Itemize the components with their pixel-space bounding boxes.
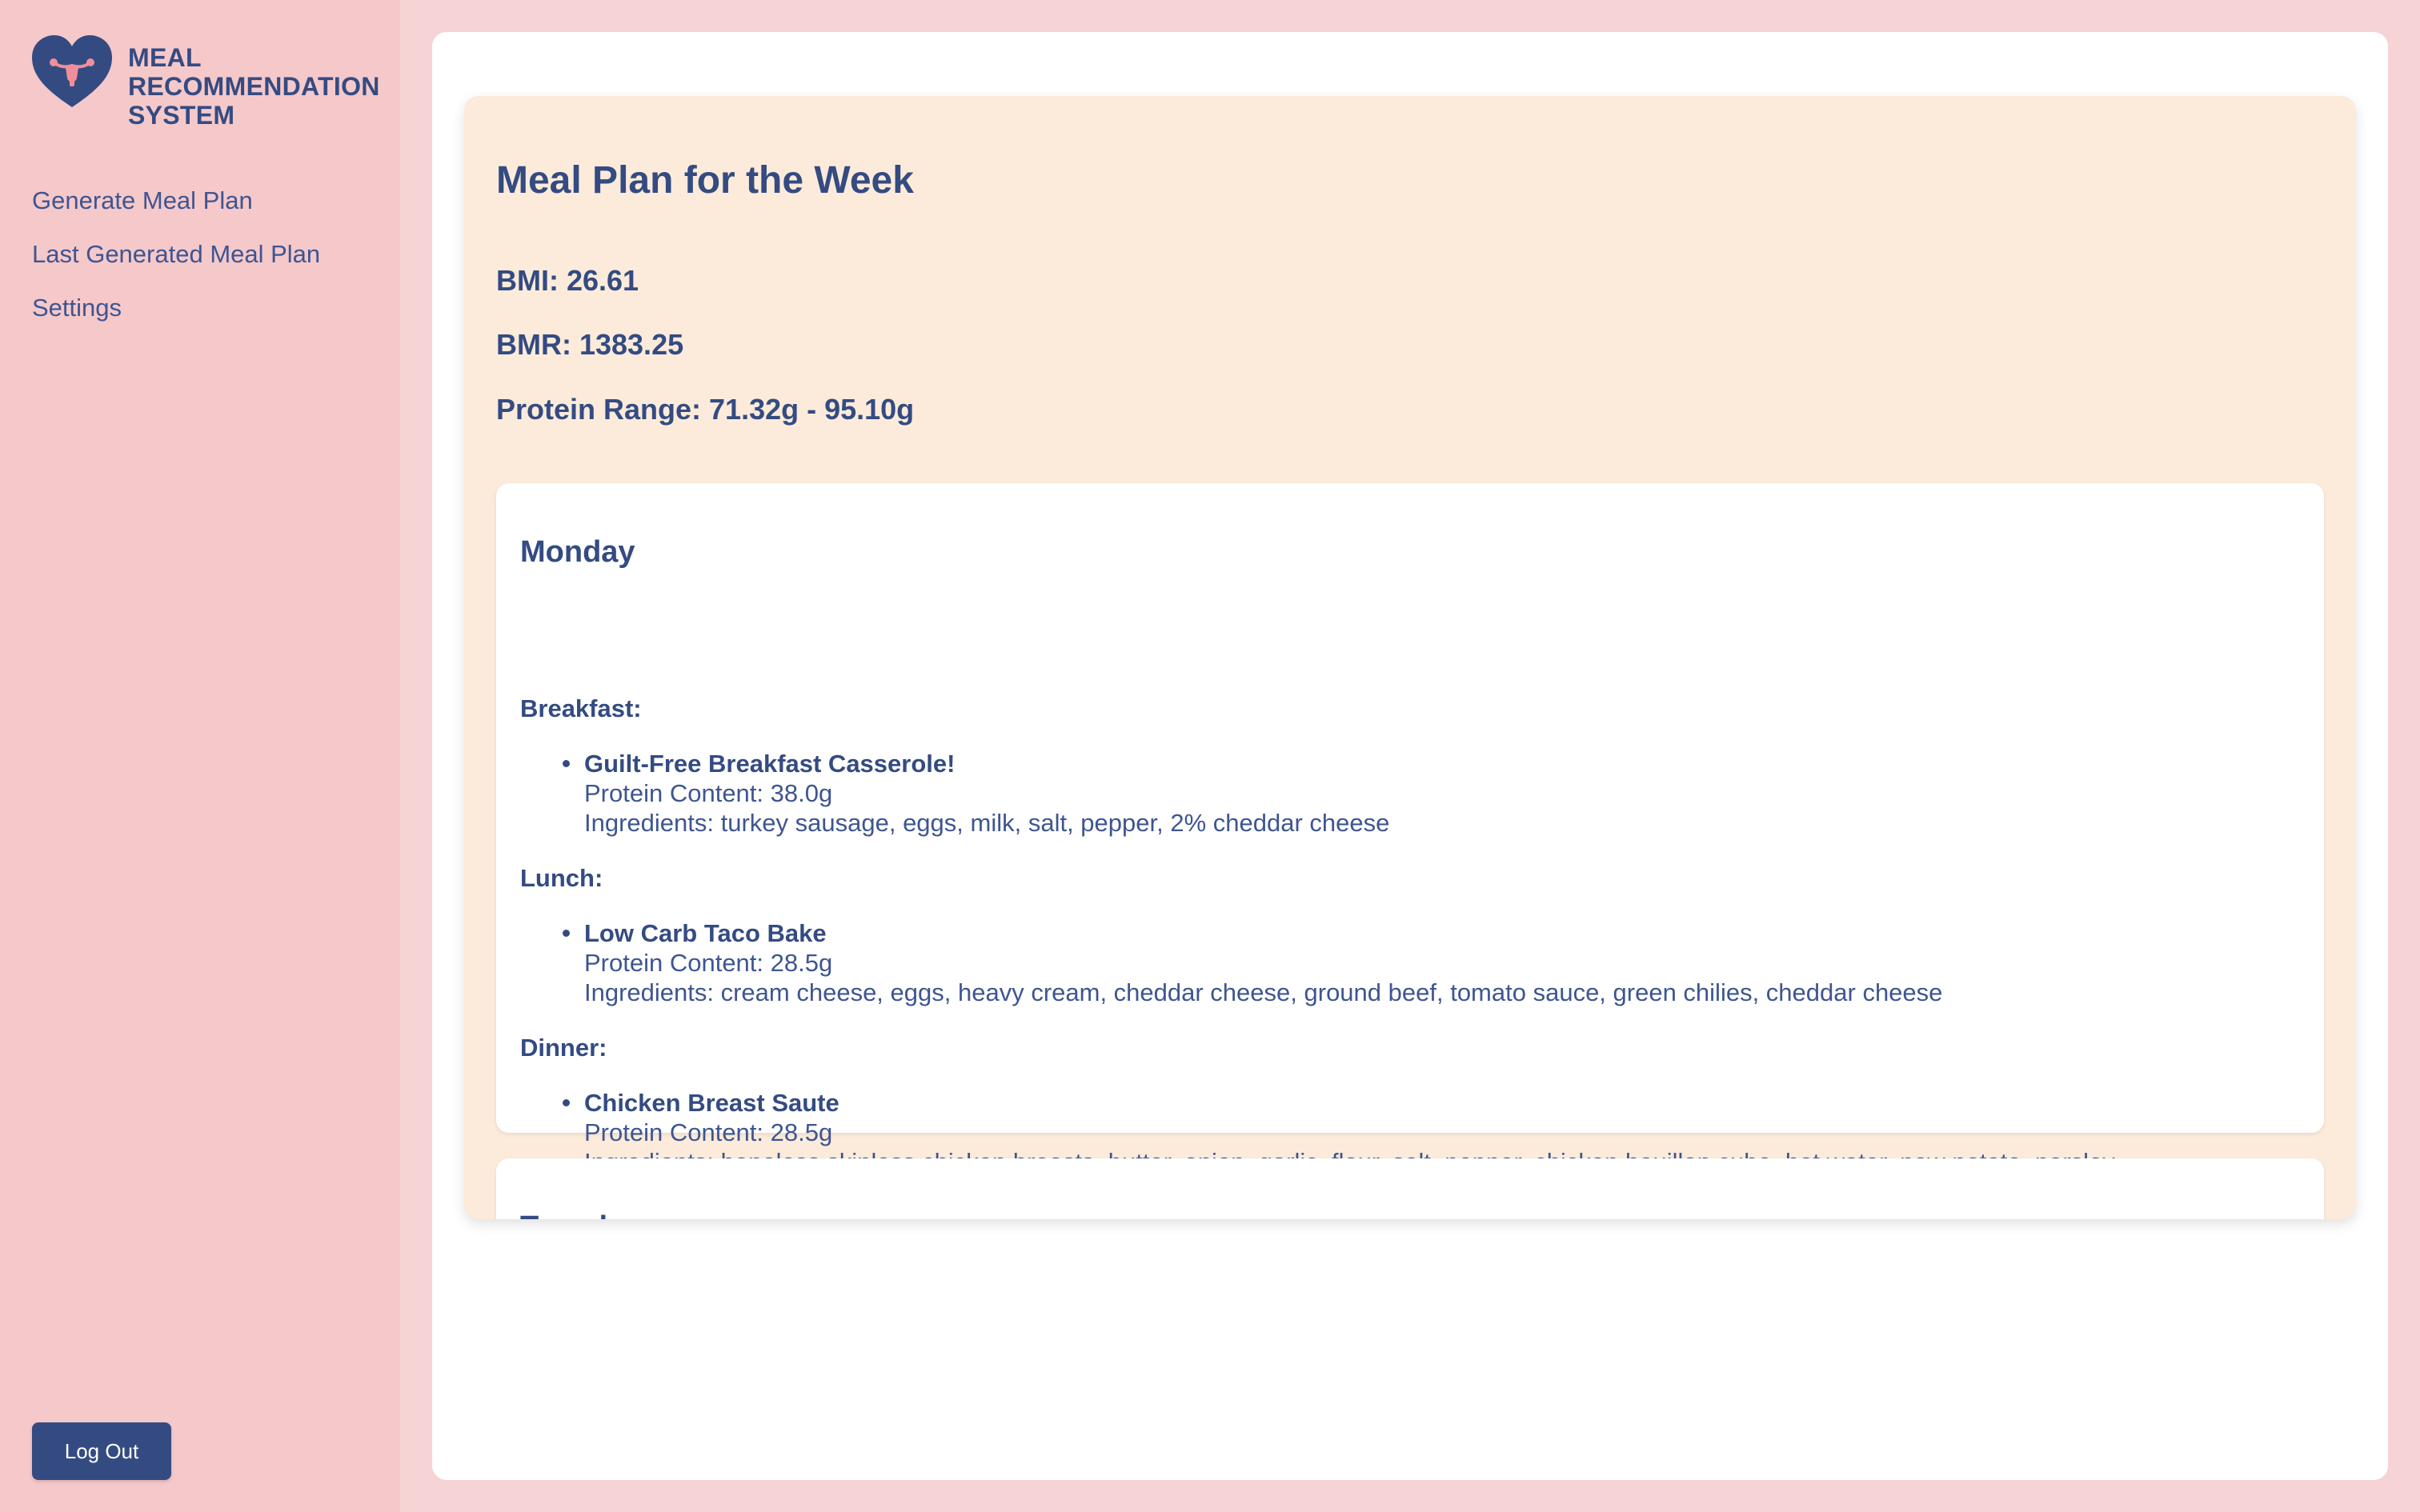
main-panel: Meal Plan for the Week BMI: 26.61 BMR: 1… bbox=[432, 32, 2388, 1480]
app-title-line-3: SYSTEM bbox=[128, 101, 235, 130]
app-root: MEAL RECOMMENDATION SYSTEM Generate Meal… bbox=[0, 0, 2420, 1512]
heart-uterus-icon bbox=[32, 35, 112, 107]
bullet-icon bbox=[563, 760, 570, 767]
bmi-value: BMI: 26.61 bbox=[496, 264, 639, 297]
day-name: Tuesday bbox=[520, 1210, 641, 1219]
logout-button[interactable]: Log Out bbox=[32, 1422, 171, 1480]
meal-item-breakfast: Guilt-Free Breakfast Casserole! Protein … bbox=[563, 749, 1390, 838]
meal-protein: Protein Content: 38.0g bbox=[584, 779, 833, 807]
sidebar-item-generate-meal-plan[interactable]: Generate Meal Plan bbox=[32, 187, 320, 214]
meal-protein: Protein Content: 28.5g bbox=[584, 1118, 833, 1146]
meal-plan-panel[interactable]: Meal Plan for the Week BMI: 26.61 BMR: 1… bbox=[464, 96, 2356, 1219]
page-title: Meal Plan for the Week bbox=[496, 159, 914, 202]
bmr-value: BMR: 1383.25 bbox=[496, 328, 684, 361]
meal-ingredients: Ingredients: turkey sausage, eggs, milk,… bbox=[584, 809, 1390, 837]
bullet-icon bbox=[563, 930, 570, 937]
sidebar-item-last-generated-meal-plan[interactable]: Last Generated Meal Plan bbox=[32, 241, 320, 268]
app-title-line-2: RECOMMENDATION bbox=[128, 72, 380, 101]
brand: MEAL RECOMMENDATION SYSTEM bbox=[32, 35, 380, 130]
app-title: MEAL RECOMMENDATION SYSTEM bbox=[128, 43, 380, 130]
meal-ingredients: Ingredients: cream cheese, eggs, heavy c… bbox=[584, 978, 1943, 1006]
meal-item-lunch: Low Carb Taco Bake Protein Content: 28.5… bbox=[563, 918, 1943, 1007]
meal-label-dinner: Dinner: bbox=[520, 1034, 607, 1062]
meal-name: Chicken Breast Saute bbox=[584, 1089, 839, 1117]
bullet-icon bbox=[563, 1099, 570, 1106]
sidebar-item-settings[interactable]: Settings bbox=[32, 294, 320, 322]
day-name: Monday bbox=[520, 535, 635, 569]
protein-range-value: Protein Range: 71.32g - 95.10g bbox=[496, 393, 915, 426]
sidebar: MEAL RECOMMENDATION SYSTEM Generate Meal… bbox=[0, 0, 400, 1512]
meal-name: Low Carb Taco Bake bbox=[584, 919, 827, 947]
day-card-tuesday: Tuesday bbox=[496, 1158, 2324, 1219]
meal-label-lunch: Lunch: bbox=[520, 864, 603, 892]
day-card-monday: Monday Breakfast: Guilt-Free Breakfast C… bbox=[496, 483, 2324, 1176]
meal-name: Guilt-Free Breakfast Casserole! bbox=[584, 750, 956, 778]
app-title-line-1: MEAL bbox=[128, 43, 202, 72]
sidebar-nav: Generate Meal Plan Last Generated Meal P… bbox=[32, 187, 320, 348]
meal-protein: Protein Content: 28.5g bbox=[584, 949, 833, 977]
meal-label-breakfast: Breakfast: bbox=[520, 694, 642, 722]
